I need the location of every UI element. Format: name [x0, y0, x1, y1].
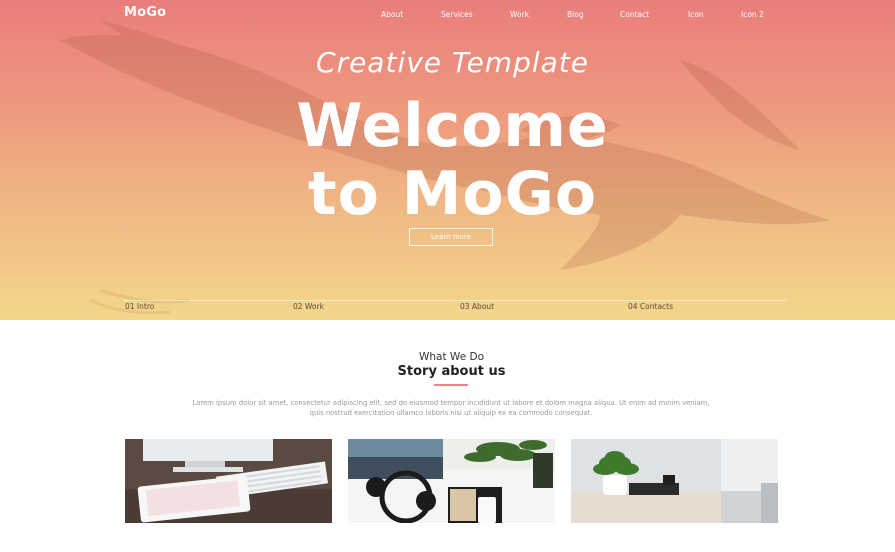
nav-item-contact[interactable]: Contact: [620, 10, 649, 19]
hero-subtitle: Creative Template: [316, 46, 589, 79]
step-intro[interactable]: 01 Intro: [125, 302, 154, 311]
photo-headphones-notebook[interactable]: [348, 439, 555, 523]
plant-office-desk-photo-icon: [571, 439, 778, 523]
step-contacts[interactable]: 04 Contacts: [628, 302, 673, 311]
section-title: Story about us: [397, 364, 506, 379]
desk-computer-tablet-photo-icon: [125, 439, 332, 523]
hero-section: MoGo About Services Work Blog Contact Ic…: [0, 0, 895, 320]
learn-more-button[interactable]: Learn more: [409, 228, 493, 246]
hero-headline-line-2: to MoGo: [307, 159, 598, 229]
nav-item-icon-2[interactable]: Icon 2: [741, 10, 764, 19]
headphones-notebook-plant-photo-icon: [348, 439, 555, 523]
hero-headline: Welcome to MoGo: [0, 92, 895, 228]
nav-item-services[interactable]: Services: [441, 10, 473, 19]
section-kicker: What We Do: [419, 351, 484, 363]
steps-divider: [124, 300, 786, 301]
nav-item-about[interactable]: About: [381, 10, 403, 19]
photo-desk-computer[interactable]: [125, 439, 332, 523]
nav-item-blog[interactable]: Blog: [567, 10, 584, 19]
nav-item-work[interactable]: Work: [510, 10, 529, 19]
hero-headline-line-1: Welcome: [296, 91, 609, 161]
step-about[interactable]: 03 About: [460, 302, 494, 311]
photo-plant-office[interactable]: [571, 439, 778, 523]
step-work[interactable]: 02 Work: [293, 302, 324, 311]
main-nav: About Services Work Blog Contact Icon Ic…: [0, 10, 895, 24]
nav-item-icon[interactable]: Icon: [688, 10, 704, 19]
title-underline: [434, 384, 468, 386]
section-description: Lorem ipsum dolor sit amet, consectetur …: [192, 399, 710, 417]
